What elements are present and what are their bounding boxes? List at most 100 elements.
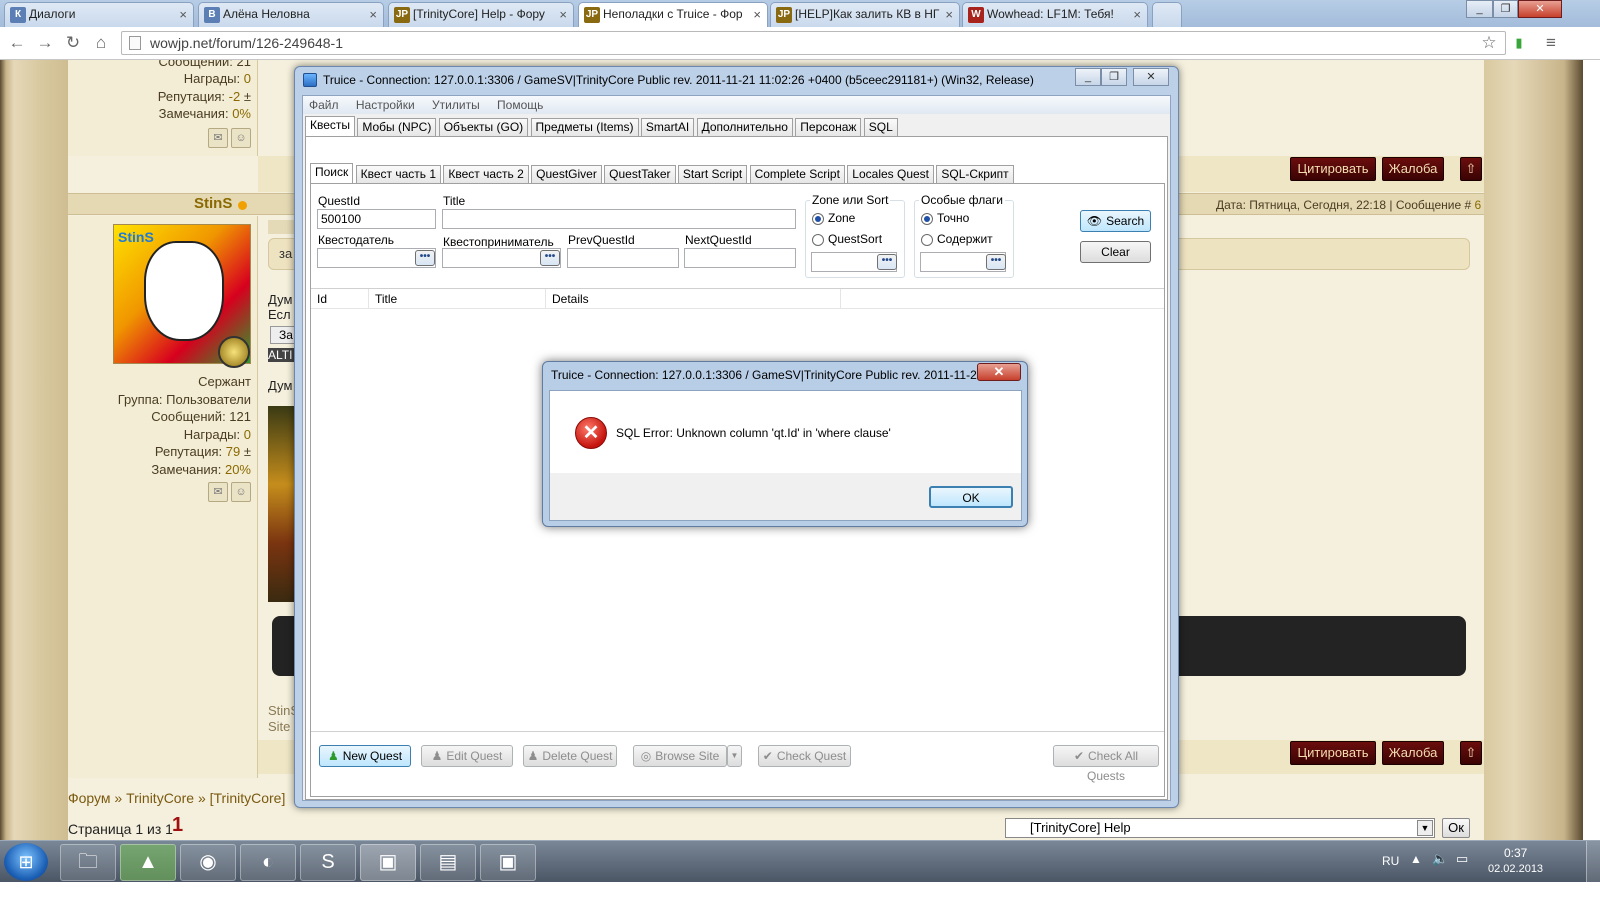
nextquestid-input[interactable] [684, 248, 796, 268]
winrar-taskbar-icon[interactable]: ▤ [420, 844, 476, 881]
chrome-taskbar-icon[interactable]: ◉ [180, 844, 236, 881]
questtaker-browse-button[interactable]: ••• [540, 250, 560, 266]
menu-file[interactable]: Файл [309, 98, 339, 112]
new-quest-button[interactable]: ♟ New Quest [319, 745, 411, 767]
tab-additional[interactable]: Дополнительно [696, 118, 793, 136]
truice-taskbar-icon[interactable]: ▣ [360, 844, 416, 881]
tab-search[interactable]: Поиск [310, 163, 354, 183]
post-spoiler-button[interactable]: За [270, 326, 296, 344]
tab-items[interactable]: Предметы (Items) [530, 118, 639, 136]
column-title[interactable]: Title [369, 289, 546, 309]
menu-wrench-icon[interactable]: ≡ [1540, 32, 1562, 54]
close-dialog-button[interactable]: ✕ [977, 363, 1021, 381]
tab-npc[interactable]: Мобы (NPC) [357, 118, 437, 136]
browser-tab-help-kv[interactable]: JP [HELP]Как залить КВ в НГ × [770, 2, 960, 27]
tab-start-script[interactable]: Start Script [677, 165, 748, 183]
skype-taskbar-icon[interactable]: S [300, 844, 356, 881]
menu-settings[interactable]: Настройки [356, 98, 415, 112]
close-tab-icon[interactable]: × [1133, 3, 1141, 26]
tab-complete-script[interactable]: Complete Script [749, 165, 845, 183]
minimize-window-button[interactable]: _ [1466, 0, 1493, 18]
exact-radio[interactable] [921, 213, 933, 225]
firefox-taskbar-icon[interactable]: ◐ [240, 844, 296, 881]
post-author-name[interactable]: StinS [194, 195, 232, 212]
browser-tab-dialogs[interactable]: К Диалоги × [4, 2, 194, 27]
truice-second-taskbar-icon[interactable]: ▣ [480, 844, 536, 881]
language-indicator[interactable]: RU [1382, 854, 1399, 868]
delete-quest-button[interactable]: ♟ Delete Quest [523, 745, 617, 767]
post-image[interactable] [268, 406, 294, 602]
chevron-down-icon[interactable]: ▼ [1417, 820, 1433, 836]
title-input[interactable] [442, 209, 796, 229]
column-details[interactable]: Details [546, 289, 841, 309]
tab-quests[interactable]: Квесты [305, 116, 356, 136]
maximize-window-button[interactable]: ❐ [1101, 68, 1127, 86]
tab-questtaker[interactable]: QuestTaker [604, 165, 676, 183]
check-all-quests-button[interactable]: ✔ Check All Quests [1053, 745, 1159, 783]
browser-tab-wowhead[interactable]: W Wowhead: LF1M: Тебя! × [962, 2, 1148, 27]
browser-tab-alena[interactable]: В Алёна Неловна × [198, 2, 384, 27]
explorer-taskbar-icon[interactable]: 🗀 [60, 844, 116, 881]
network-icon[interactable]: ▭ [1456, 851, 1468, 867]
close-tab-icon[interactable]: × [945, 3, 953, 26]
address-bar[interactable]: wowjp.net/forum/126-249648-1 [121, 31, 1506, 55]
tab-quest-part-2[interactable]: Квест часть 2 [443, 165, 529, 183]
clear-button[interactable]: Clear [1080, 241, 1151, 263]
close-tab-icon[interactable]: × [179, 3, 187, 26]
edit-quest-button[interactable]: ♟ Edit Quest [421, 745, 513, 767]
quote-button[interactable]: Цитировать [1290, 741, 1376, 765]
clock-date[interactable]: 02.02.2013 [1488, 863, 1543, 875]
tray-expand-icon[interactable]: ▲ [1410, 852, 1422, 866]
start-button[interactable]: ⊞ [4, 843, 48, 881]
breadcrumb-trinitycore[interactable]: TrinityCore [126, 790, 194, 806]
forward-arrow-icon[interactable]: → [34, 32, 56, 54]
menu-utilities[interactable]: Утилиты [432, 98, 480, 112]
show-desktop-button[interactable] [1586, 841, 1600, 883]
mail-icon[interactable]: ✉ [208, 482, 228, 502]
tab-sql[interactable]: SQL [863, 118, 898, 136]
questgiver-browse-button[interactable]: ••• [415, 250, 435, 266]
scroll-top-icon[interactable]: ⇧ [1460, 157, 1482, 181]
signal-extension-icon[interactable]: ▮ [1508, 32, 1530, 54]
profile-icon[interactable]: ☺ [231, 482, 251, 502]
tab-questgiver[interactable]: QuestGiver [531, 165, 602, 183]
forum-jump-select[interactable]: [TrinityCore] Help ▼ [1005, 818, 1435, 838]
scroll-top-icon[interactable]: ⇧ [1460, 741, 1482, 765]
search-button[interactable]: 👁 Search [1080, 210, 1151, 232]
tab-sql-script[interactable]: SQL-Скрипт [936, 165, 1014, 183]
restore-window-button[interactable]: ❐ [1493, 0, 1518, 18]
breadcrumb-topic[interactable]: [TrinityCore] [210, 790, 286, 806]
mail-icon[interactable]: ✉ [208, 128, 228, 148]
close-window-button[interactable]: ✕ [1133, 68, 1169, 86]
browse-site-dropdown-button[interactable]: ▼ [727, 745, 742, 767]
breadcrumb-forum[interactable]: Форум [68, 790, 111, 806]
tab-character[interactable]: Персонаж [795, 118, 862, 136]
autoplay-taskbar-icon[interactable]: ▲ [120, 844, 176, 881]
tab-go[interactable]: Объекты (GO) [438, 118, 529, 136]
close-tab-icon[interactable]: × [559, 3, 567, 26]
browse-site-button[interactable]: ◎ Browse Site [633, 745, 727, 767]
prevquestid-input[interactable] [567, 248, 679, 268]
reload-icon[interactable]: ↻ [62, 32, 84, 54]
column-id[interactable]: Id [311, 289, 369, 309]
zone-browse-button[interactable]: ••• [877, 254, 897, 270]
zone-radio[interactable] [812, 213, 824, 225]
check-quest-button[interactable]: ✔ Check Quest [758, 745, 851, 767]
flags-browse-button[interactable]: ••• [986, 254, 1006, 270]
questid-input[interactable]: 500100 [317, 209, 436, 229]
questsort-radio[interactable] [812, 234, 824, 246]
minimize-window-button[interactable]: _ [1075, 68, 1101, 86]
close-window-button[interactable]: ✕ [1518, 0, 1562, 18]
report-button[interactable]: Жалоба [1382, 741, 1444, 765]
profile-icon[interactable]: ☺ [231, 128, 251, 148]
back-arrow-icon[interactable]: ← [6, 32, 28, 54]
browser-tab-truice-active[interactable]: JP Неполадки с Truice - Фор × [578, 2, 768, 27]
ok-button[interactable]: OK [929, 486, 1013, 508]
tab-smartai[interactable]: SmartAI [640, 118, 695, 136]
forum-jump-ok-button[interactable]: Ок [1442, 818, 1470, 838]
home-icon[interactable]: ⌂ [90, 32, 112, 54]
menu-help[interactable]: Помощь [497, 98, 543, 112]
current-page-number[interactable]: 1 [172, 814, 183, 837]
quote-button[interactable]: Цитировать [1290, 157, 1376, 181]
browser-tab-trinity-help[interactable]: JP [TrinityCore] Help - Фору × [388, 2, 574, 27]
